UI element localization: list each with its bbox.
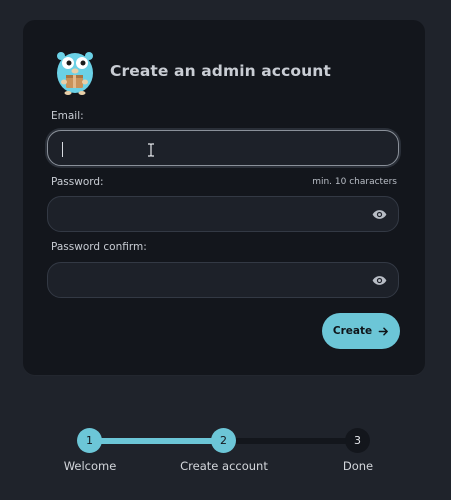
create-button[interactable]: Create xyxy=(322,313,400,349)
password-confirm-field-container xyxy=(47,262,399,298)
eye-icon[interactable] xyxy=(372,273,387,288)
step-1-label: Welcome xyxy=(63,459,117,473)
password-confirm-field[interactable] xyxy=(48,263,398,297)
step-2-number: 2 xyxy=(220,434,227,447)
password-confirm-label: Password confirm: xyxy=(51,241,147,253)
step-3-label: Done xyxy=(342,459,374,473)
arrow-right-icon xyxy=(378,327,389,335)
stepper-progress-track xyxy=(90,438,224,444)
step-2-circle: 2 xyxy=(211,428,236,453)
step-2-label: Create account xyxy=(180,459,268,473)
card-header: Create an admin account xyxy=(53,46,331,96)
text-caret xyxy=(62,142,63,157)
email-label: Email: xyxy=(51,110,84,122)
step-3-circle: 3 xyxy=(345,428,370,453)
email-field[interactable] xyxy=(48,131,398,165)
gopher-mascot-icon xyxy=(57,52,93,95)
create-account-card: Create an admin account Email: Password:… xyxy=(23,20,425,375)
ibeam-cursor-icon xyxy=(148,143,154,157)
password-hint: min. 10 characters xyxy=(312,177,397,187)
password-label: Password: xyxy=(51,176,104,188)
step-3-number: 3 xyxy=(354,434,361,447)
create-button-label: Create xyxy=(332,325,373,337)
password-field-container xyxy=(47,196,399,232)
eye-icon[interactable] xyxy=(372,207,387,222)
step-1-circle: 1 xyxy=(77,428,102,453)
step-1-number: 1 xyxy=(86,434,93,447)
email-field-container xyxy=(47,130,399,166)
page-title: Create an admin account xyxy=(110,62,331,80)
password-field[interactable] xyxy=(48,197,398,231)
stepper-remaining-track xyxy=(224,438,358,444)
